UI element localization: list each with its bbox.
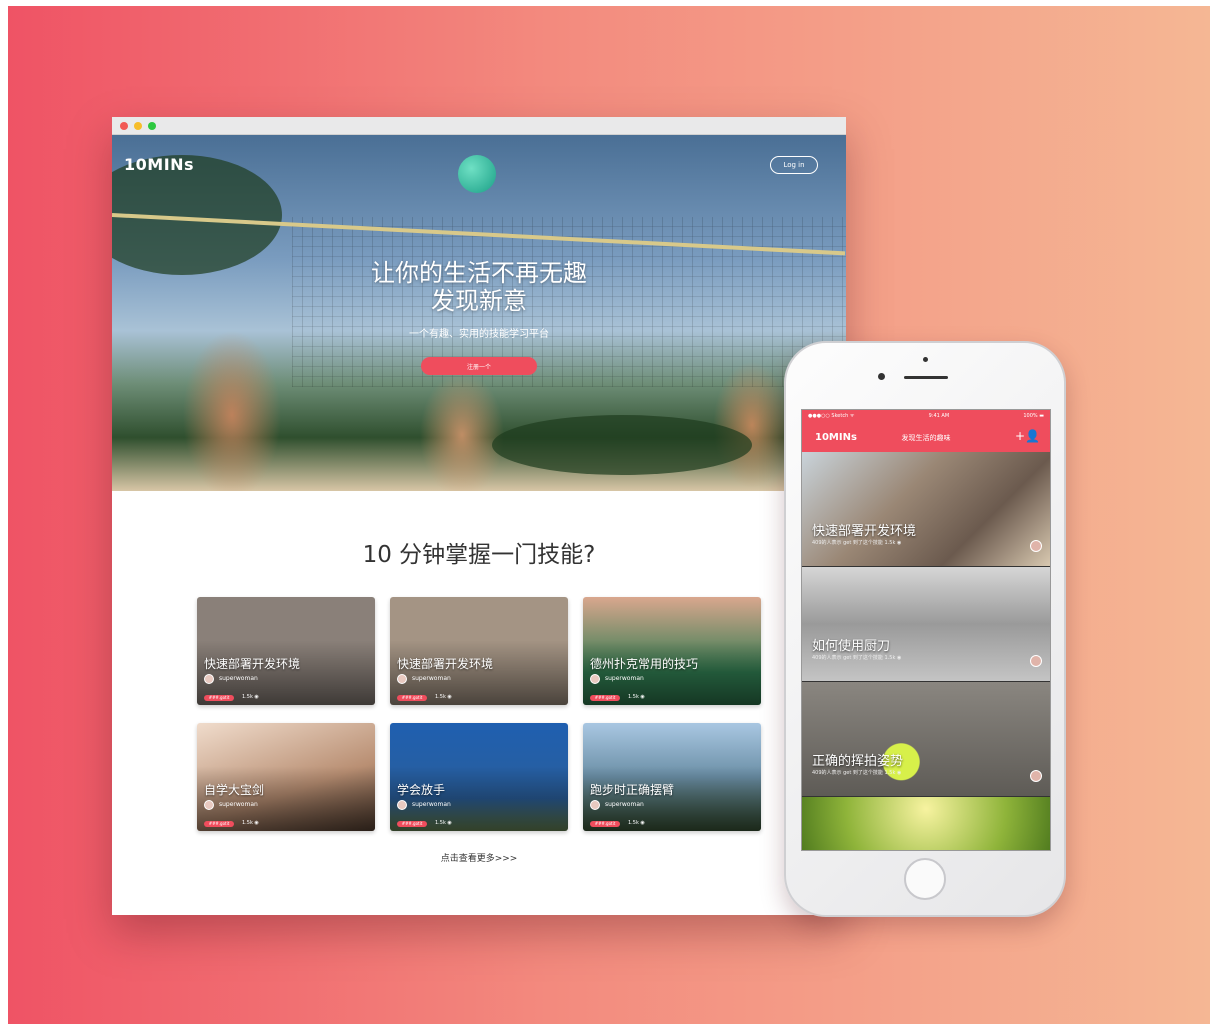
signup-button[interactable]: 注册一个 <box>421 357 537 375</box>
view-count: 1.5k ◉ <box>242 820 259 826</box>
course-card[interactable]: 学会放手 superwoman ###.gotit 1.5k ◉ <box>390 723 568 831</box>
hero-banner: 10MINs Log in 让你的生活不再无趣 发现新意 一个有趣、实用的技能学… <box>112 135 846 491</box>
list-item[interactable]: 如何使用厨刀 409的人表示 get 到了这个技能 1.5k ◉ <box>802 567 1050 682</box>
gotit-badge: ###.gotit <box>204 695 234 701</box>
item-meta: 409的人表示 get 到了这个技能 1.5k ◉ <box>812 770 902 776</box>
view-count: 1.5k ◉ <box>628 820 645 826</box>
section-title: 10 分钟掌握一门技能? <box>362 542 596 568</box>
item-title: 如何使用厨刀 <box>812 639 891 654</box>
course-author: superwoman <box>605 801 644 808</box>
course-card[interactable]: 快速部署开发环境 superwoman ###.gotit 1.5k ◉ <box>197 597 375 705</box>
close-window-icon[interactable] <box>120 122 128 130</box>
status-bar: ●●●○○ Sketch ᯤ 9:41 AM 100% ▬ <box>802 410 1050 422</box>
avatar <box>1030 655 1042 667</box>
view-count: 1.5k ◉ <box>242 694 259 700</box>
item-title: 快速部署开发环境 <box>812 524 917 539</box>
item-meta: 409的人表示 get 到了这个技能 1.5k ◉ <box>812 655 902 661</box>
course-card[interactable]: 跑步时正确摆臂 superwoman ###.gotit 1.5k ◉ <box>583 723 761 831</box>
front-camera-icon <box>878 373 885 380</box>
site-logo[interactable]: 10MINs <box>124 155 194 174</box>
view-count: 1.5k ◉ <box>435 694 452 700</box>
course-title: 自学大宝剑 <box>204 783 265 797</box>
course-author: superwoman <box>219 675 258 682</box>
nav-title: 发现生活的趣味 <box>901 434 951 442</box>
list-item[interactable] <box>802 797 1050 850</box>
gotit-badge: ###.gotit <box>397 821 427 827</box>
avatar <box>590 674 600 684</box>
item-title: 正确的挥拍姿势 <box>812 754 904 769</box>
window-titlebar <box>112 117 846 135</box>
gotit-badge: ###.gotit <box>590 821 620 827</box>
avatar <box>397 674 407 684</box>
gotit-badge: ###.gotit <box>204 821 234 827</box>
avatar <box>1030 770 1042 782</box>
list-item[interactable]: 快速部署开发环境 409的人表示 get 到了这个技能 1.5k ◉ <box>802 452 1050 567</box>
add-user-icon[interactable]: +👤 <box>1015 429 1040 443</box>
carrier-signal: ●●●○○ Sketch ᯤ <box>808 413 855 419</box>
browser-window: 10MINs Log in 让你的生活不再无趣 发现新意 一个有趣、实用的技能学… <box>112 117 846 915</box>
battery-indicator: 100% ▬ <box>1023 413 1044 419</box>
minimize-window-icon[interactable] <box>134 122 142 130</box>
course-author: superwoman <box>219 801 258 808</box>
avatar <box>204 674 214 684</box>
item-thumbnail <box>802 452 1050 566</box>
palm-tree-image <box>492 415 752 475</box>
app-nav-bar: 10MINs 发现生活的趣味 +👤 <box>802 422 1050 452</box>
list-item[interactable]: 正确的挥拍姿势 409的人表示 get 到了这个技能 1.5k ◉ <box>802 682 1050 797</box>
item-thumbnail <box>802 682 1050 796</box>
course-title: 跑步时正确摆臂 <box>590 783 675 797</box>
view-count: 1.5k ◉ <box>628 694 645 700</box>
avatar <box>204 800 214 810</box>
hero-subtitle: 一个有趣、实用的技能学习平台 <box>409 329 549 340</box>
course-card[interactable]: 德州扑克常用的技巧 superwoman ###.gotit 1.5k ◉ <box>583 597 761 705</box>
course-author: superwoman <box>412 675 451 682</box>
avatar <box>1030 540 1042 552</box>
item-meta: 409的人表示 get 到了这个技能 1.5k ◉ <box>812 540 902 546</box>
view-more-link[interactable]: 点击查看更多>>> <box>112 851 846 864</box>
volleyball-image <box>458 155 496 193</box>
phone-screen: ●●●○○ Sketch ᯤ 9:41 AM 100% ▬ 10MINs 发现生… <box>801 409 1051 851</box>
phone-mockup: ●●●○○ Sketch ᯤ 9:41 AM 100% ▬ 10MINs 发现生… <box>784 341 1066 917</box>
camera-icon <box>923 357 928 362</box>
status-time: 9:41 AM <box>928 413 950 419</box>
course-author: superwoman <box>412 801 451 808</box>
course-author: superwoman <box>605 675 644 682</box>
course-title: 快速部署开发环境 <box>204 657 301 671</box>
course-card[interactable]: 自学大宝剑 superwoman ###.gotit 1.5k ◉ <box>197 723 375 831</box>
avatar <box>590 800 600 810</box>
hero-title-line2: 发现新意 <box>431 287 527 315</box>
item-thumbnail <box>802 567 1050 681</box>
course-title: 快速部署开发环境 <box>397 657 494 671</box>
course-title: 德州扑克常用的技巧 <box>590 657 699 671</box>
speaker-grille <box>904 376 948 379</box>
view-count: 1.5k ◉ <box>435 820 452 826</box>
gotit-badge: ###.gotit <box>590 695 620 701</box>
avatar <box>397 800 407 810</box>
login-button[interactable]: Log in <box>770 156 818 174</box>
course-title: 学会放手 <box>397 783 446 797</box>
course-card[interactable]: 快速部署开发环境 superwoman ###.gotit 1.5k ◉ <box>390 597 568 705</box>
gotit-badge: ###.gotit <box>397 695 427 701</box>
maximize-window-icon[interactable] <box>148 122 156 130</box>
item-thumbnail <box>802 797 1050 850</box>
home-button[interactable] <box>904 858 946 900</box>
